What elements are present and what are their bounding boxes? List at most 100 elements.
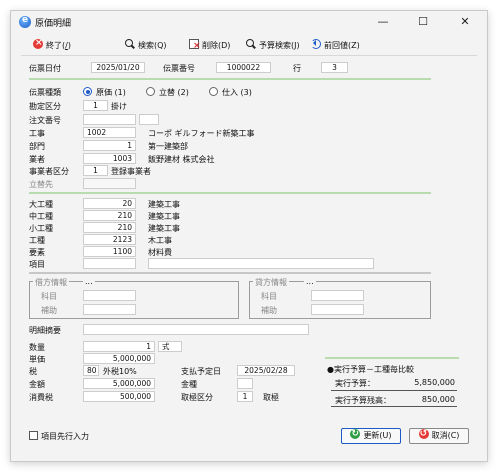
cost-detail-window: 原価明細 — ☐ ✕ 終了(/) 検索(Q) 削除(D) 予算検索(J) 前回値… bbox=[10, 10, 488, 462]
exit-button[interactable]: 終了(/) bbox=[33, 36, 71, 53]
construction-code-field[interactable]: 1002 bbox=[83, 127, 136, 138]
prefill-label: 項目先行入力 bbox=[41, 432, 89, 441]
cancel-button[interactable]: 取消(C) bbox=[409, 427, 469, 444]
voucher-number-field[interactable]: 1000022 bbox=[216, 62, 271, 73]
credit-account-label: 科目 bbox=[261, 292, 277, 301]
app-icon bbox=[19, 15, 31, 28]
vendor-kbn-code-field[interactable]: 1 bbox=[83, 165, 108, 176]
middle-category-label: 中工種 bbox=[29, 212, 53, 221]
debit-lookup-button[interactable]: ... bbox=[83, 277, 95, 286]
line-field[interactable]: 3 bbox=[321, 62, 348, 73]
money-type-field[interactable] bbox=[237, 378, 253, 389]
credit-sub-field[interactable] bbox=[311, 304, 364, 315]
line-summary-label: 明細摘要 bbox=[29, 326, 61, 335]
entry-type-option-genka: 原価 (1) bbox=[96, 88, 126, 97]
small-category-code-field[interactable]: 210 bbox=[83, 222, 136, 233]
order-number-sub-field[interactable] bbox=[139, 114, 159, 125]
item-label: 項目 bbox=[29, 260, 45, 269]
voucher-number-label: 伝票番号 bbox=[163, 64, 195, 73]
vendor-kbn-name: 登録事業者 bbox=[111, 167, 151, 176]
debit-sub-label: 補助 bbox=[41, 306, 57, 315]
line-label: 行 bbox=[293, 64, 301, 73]
account-kbn-name: 掛け bbox=[111, 102, 127, 111]
consumption-tax-label: 消費税 bbox=[29, 393, 53, 402]
work-type-code-field[interactable]: 2123 bbox=[83, 234, 136, 245]
large-category-name: 建築工事 bbox=[148, 200, 180, 209]
exit-icon bbox=[33, 36, 43, 50]
update-label: 更新(U) bbox=[363, 431, 392, 440]
voucher-date-field[interactable]: 2025/01/20 bbox=[91, 62, 145, 73]
unit-field[interactable]: 式 bbox=[158, 341, 182, 352]
cancel-icon bbox=[418, 427, 429, 441]
entry-type-radio-tatekae[interactable] bbox=[146, 87, 155, 96]
cancel-label: 取消(C) bbox=[431, 431, 460, 440]
budget-search-label: 予算検索(J) bbox=[259, 41, 300, 50]
tax-code-field[interactable]: 80 bbox=[83, 365, 99, 376]
element-code-field[interactable]: 1100 bbox=[83, 246, 136, 257]
line-summary-field[interactable] bbox=[83, 324, 309, 335]
large-category-label: 大工種 bbox=[29, 200, 53, 209]
work-type-name: 木工事 bbox=[148, 236, 172, 245]
entry-type-label: 伝票種類 bbox=[29, 88, 61, 97]
budget-remaining-value: 850,000 bbox=[421, 395, 455, 404]
minimize-button[interactable]: — bbox=[369, 13, 397, 31]
budget-search-icon bbox=[246, 39, 256, 49]
delete-icon bbox=[189, 39, 201, 53]
entry-type-radio-shiire[interactable] bbox=[209, 87, 218, 96]
account-kbn-code-field[interactable]: 1 bbox=[83, 100, 108, 111]
vendor-code-field[interactable]: 1003 bbox=[83, 153, 136, 164]
tax-label: 税 bbox=[29, 367, 37, 376]
debit-account-label: 科目 bbox=[41, 292, 57, 301]
entry-type-option-shiire: 仕入 (3) bbox=[222, 88, 252, 97]
item-name-field[interactable] bbox=[148, 258, 374, 269]
advance-to-field[interactable] bbox=[83, 178, 136, 189]
order-number-field[interactable] bbox=[83, 114, 136, 125]
previous-value-icon bbox=[311, 39, 321, 49]
debit-sub-field[interactable] bbox=[83, 304, 136, 315]
transaction-kbn-code-field[interactable]: 1 bbox=[237, 391, 253, 402]
debit-account-field[interactable] bbox=[83, 290, 136, 301]
unit-price-label: 単価 bbox=[29, 355, 45, 364]
update-icon bbox=[350, 427, 361, 441]
consumption-tax-field[interactable]: 500,000 bbox=[83, 391, 155, 402]
amount-field[interactable]: 5,000,000 bbox=[83, 378, 155, 389]
transaction-kbn-label: 取極区分 bbox=[181, 393, 213, 402]
vendor-label: 業者 bbox=[29, 155, 45, 164]
unit-price-field[interactable]: 5,000,000 bbox=[83, 353, 155, 364]
payment-date-field[interactable]: 2025/02/28 bbox=[237, 365, 295, 376]
element-name: 材料費 bbox=[148, 248, 172, 257]
department-label: 部門 bbox=[29, 142, 45, 151]
category-divider bbox=[29, 272, 431, 274]
window-title: 原価明細 bbox=[35, 19, 72, 29]
exec-budget-label: 実行予算： bbox=[335, 379, 375, 388]
delete-button[interactable]: 削除(D) bbox=[189, 39, 230, 53]
credit-title: 貸方情報 bbox=[253, 277, 289, 288]
maximize-button[interactable]: ☐ bbox=[409, 13, 437, 31]
search-button[interactable]: 検索(Q) bbox=[125, 39, 167, 53]
entry-type-radio-genka[interactable] bbox=[83, 87, 92, 96]
tax-name: 外税10% bbox=[103, 367, 137, 376]
credit-account-field[interactable] bbox=[311, 290, 364, 301]
item-code-field[interactable] bbox=[83, 258, 136, 269]
large-category-code-field[interactable]: 20 bbox=[83, 198, 136, 209]
quantity-field[interactable]: 1 bbox=[83, 341, 155, 352]
payment-date-label: 支払予定日 bbox=[181, 367, 221, 376]
prefill-checkbox[interactable] bbox=[29, 431, 38, 440]
vendor-name: 飯野建材 株式会社 bbox=[148, 155, 215, 164]
vendor-kbn-label: 事業者区分 bbox=[29, 167, 69, 176]
small-category-label: 小工種 bbox=[29, 224, 53, 233]
amount-label: 金額 bbox=[29, 380, 45, 389]
previous-value-button[interactable]: 前回値(Z) bbox=[311, 39, 360, 53]
middle-category-code-field[interactable]: 210 bbox=[83, 210, 136, 221]
construction-name: コーポ ギルフォード新築工事 bbox=[148, 129, 255, 138]
exec-budget-value: 5,850,000 bbox=[414, 378, 455, 387]
department-name: 第一建築部 bbox=[148, 142, 188, 151]
department-code-field[interactable]: 1 bbox=[83, 140, 136, 151]
account-kbn-label: 勘定区分 bbox=[29, 102, 61, 111]
budget-search-button[interactable]: 予算検索(J) bbox=[246, 39, 300, 53]
exit-label: 終了( bbox=[46, 41, 66, 50]
update-button[interactable]: 更新(U) bbox=[341, 427, 401, 444]
credit-lookup-button[interactable]: ... bbox=[304, 277, 316, 286]
close-button[interactable]: ✕ bbox=[451, 13, 479, 31]
budget-underline-2 bbox=[331, 406, 457, 407]
